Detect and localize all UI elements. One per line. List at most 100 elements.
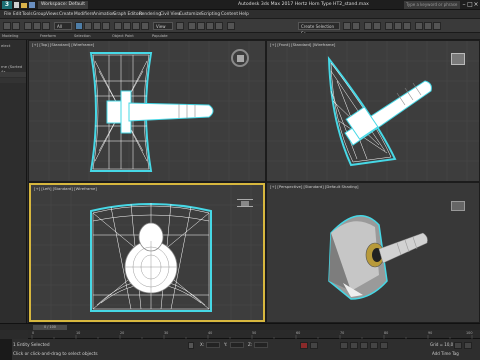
perspective-view-shaded [328,215,428,300]
spinner-snap-icon[interactable] [215,22,223,30]
set-key-button[interactable] [310,342,318,349]
scene-object-row[interactable] [0,72,26,77]
align-icon[interactable] [352,22,360,30]
viewcube-icon[interactable] [451,201,465,211]
open-file-icon[interactable] [21,3,27,8]
viewcube-icon[interactable] [237,199,253,207]
menu-animation[interactable]: Animation [93,10,115,19]
menu-civil-view[interactable]: Civil View [160,10,181,19]
selection-status: 1 Entity Selected [13,343,50,348]
menu-customize[interactable]: Customize [179,10,202,19]
window-crossing-icon[interactable] [102,22,110,30]
viewport-perspective-label[interactable]: [+] [Perspective] [Standard] [Default Sh… [270,184,358,189]
rendered-frame-window-icon[interactable] [424,22,432,30]
undo-icon[interactable] [3,22,11,30]
menu-group[interactable]: Group [33,10,46,19]
mirror-icon[interactable] [343,22,351,30]
go-to-end-icon[interactable] [380,342,388,349]
viewcube-icon[interactable] [451,53,465,65]
maxscript-listener[interactable] [0,339,12,360]
auto-key-button[interactable] [300,342,308,349]
viewport-top[interactable]: [+] [Top] [Standard] [Wireframe] [29,41,265,181]
menu-views[interactable]: Views [46,10,58,19]
angle-snap-icon[interactable] [197,22,205,30]
viewport-top-label[interactable]: [+] [Top] [Standard] [Wireframe] [32,42,94,47]
menu-modifiers[interactable]: Modifiers [74,10,94,19]
search-input[interactable]: Type a keyword or phrase [404,1,460,9]
curve-editor-icon[interactable] [385,22,393,30]
ribbon-tab-freeform[interactable]: Freeform [40,33,56,40]
toggle-ribbon-icon[interactable] [373,22,381,30]
rectangular-selection-icon[interactable] [93,22,101,30]
place-icon[interactable] [141,22,149,30]
unlink-icon[interactable] [33,22,41,30]
move-icon[interactable] [114,22,122,30]
viewport-front[interactable]: [+] [Front] [Standard] [Wireframe] [267,41,479,181]
snaps-toggle-icon[interactable] [188,22,196,30]
timeline-tick-label: 0 [32,331,35,335]
ribbon-tabs: Modeling Freeform Selection Object Paint… [0,33,480,40]
menu-bar: File Edit Tools Group Views Create Modif… [0,10,480,19]
reference-coordinate-dropdown[interactable]: View [153,22,173,30]
z-coordinate-field[interactable] [254,342,268,348]
select-object-icon[interactable] [75,22,83,30]
ribbon-tab-modeling[interactable]: Modeling [2,33,18,40]
add-time-tag-button[interactable]: Add Time Tag [432,351,459,356]
y-coordinate-field[interactable] [230,342,244,348]
schematic-view-icon[interactable] [394,22,402,30]
ribbon-tab-selection[interactable]: Selection [74,33,91,40]
play-icon[interactable] [360,342,368,349]
redo-icon[interactable] [12,22,20,30]
app-logo[interactable]: 3 [2,1,12,9]
percent-snap-icon[interactable] [206,22,214,30]
menu-tools[interactable]: Tools [22,10,33,19]
bind-space-warp-icon[interactable] [42,22,50,30]
go-to-start-icon[interactable] [340,342,348,349]
ribbon-tab-populate[interactable]: Populate [152,33,168,40]
title-bar: 3 Workspace: Default Autodesk 3ds Max 20… [0,0,480,10]
orbit-icon[interactable] [464,342,472,349]
named-selection-set-dropdown[interactable]: Create Selection Se [298,22,340,36]
menu-file[interactable]: File [4,10,11,19]
render-production-icon[interactable] [433,22,441,30]
save-icon[interactable] [29,2,35,8]
scale-icon[interactable] [132,22,140,30]
link-icon[interactable] [24,22,32,30]
close-button[interactable]: × [473,0,479,10]
viewport-left[interactable]: [+] [Left] [Standard] [Wireframe] [29,183,265,322]
menu-rendering[interactable]: Rendering [139,10,161,19]
zoom-extents-icon[interactable] [454,342,462,349]
edit-named-selection-icon[interactable] [227,22,235,30]
z-coordinate-label: Z: [248,342,253,347]
new-file-icon[interactable] [14,2,19,8]
layer-explorer-icon[interactable] [364,22,372,30]
timeline-tick-label: 70 [340,331,345,335]
workspace-dropdown[interactable]: Workspace: Default [38,1,88,9]
select-by-name-icon[interactable] [84,22,92,30]
viewport-left-label[interactable]: [+] [Left] [Standard] [Wireframe] [34,186,97,191]
menu-scripting[interactable]: Scripting [201,10,220,19]
timeline-tick-label: 60 [296,331,301,335]
scene-object-row[interactable] [0,78,26,83]
next-frame-icon[interactable] [370,342,378,349]
timeline-tick-label: 100 [466,331,473,335]
x-coordinate-field[interactable] [206,342,220,348]
menu-create[interactable]: Create [59,10,73,19]
quick-access-icons[interactable] [14,2,36,8]
material-editor-icon[interactable] [403,22,411,30]
menu-help[interactable]: Help [239,10,249,19]
viewport-front-label[interactable]: [+] [Front] [Standard] [Wireframe] [270,42,335,47]
timeline-tick-label: 20 [120,331,125,335]
previous-frame-icon[interactable] [350,342,358,349]
pivot-center-icon[interactable] [176,22,184,30]
lock-selection-icon[interactable] [188,342,194,349]
rotate-icon[interactable] [123,22,131,30]
viewport-perspective[interactable]: [+] [Perspective] [Standard] [Default Sh… [267,183,479,322]
ribbon-tab-object-paint[interactable]: Object Paint [112,33,134,40]
menu-content[interactable]: Content [221,10,238,19]
menu-edit[interactable]: Edit [13,10,21,19]
viewcube-icon[interactable] [231,49,249,67]
render-setup-icon[interactable] [415,22,423,30]
timeline[interactable]: 0 10 20 30 40 50 60 70 80 90 100 [28,330,480,339]
selection-filter-dropdown[interactable]: All [54,22,72,30]
